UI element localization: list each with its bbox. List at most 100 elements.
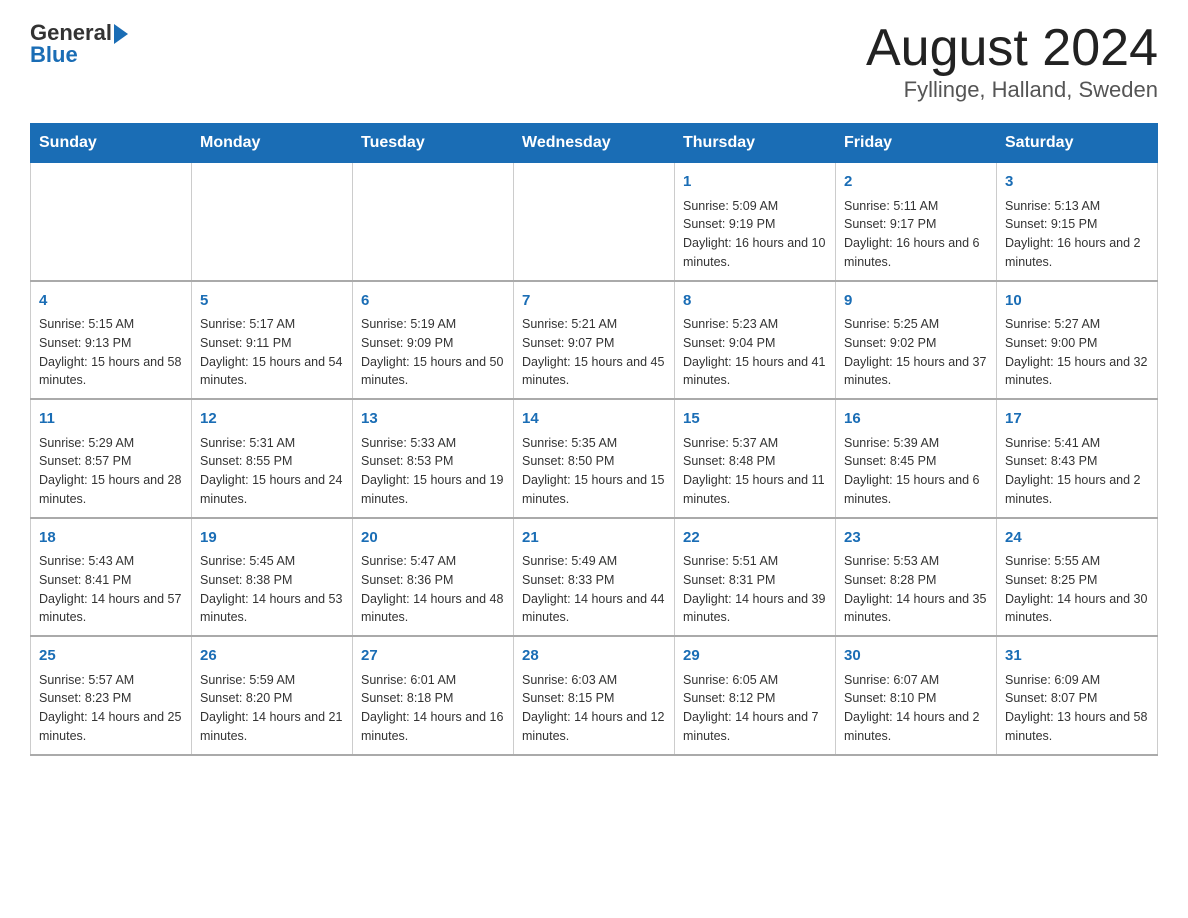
calendar-day-cell: 9Sunrise: 5:25 AM Sunset: 9:02 PM Daylig…: [836, 281, 997, 400]
calendar-day-cell: [192, 163, 353, 281]
calendar-day-cell: 10Sunrise: 5:27 AM Sunset: 9:00 PM Dayli…: [997, 281, 1158, 400]
day-number: 17: [1005, 408, 1149, 431]
calendar-day-cell: 6Sunrise: 5:19 AM Sunset: 9:09 PM Daylig…: [353, 281, 514, 400]
day-number: 20: [361, 527, 505, 550]
day-info: Sunrise: 5:37 AM Sunset: 8:48 PM Dayligh…: [683, 434, 827, 509]
day-number: 11: [39, 408, 183, 431]
weekday-header-sunday: Sunday: [31, 124, 192, 163]
calendar-week-row: 25Sunrise: 5:57 AM Sunset: 8:23 PM Dayli…: [31, 636, 1158, 755]
day-info: Sunrise: 5:29 AM Sunset: 8:57 PM Dayligh…: [39, 434, 183, 509]
day-info: Sunrise: 5:13 AM Sunset: 9:15 PM Dayligh…: [1005, 197, 1149, 272]
logo: General Blue: [30, 20, 128, 68]
day-number: 3: [1005, 171, 1149, 194]
calendar-week-row: 1Sunrise: 5:09 AM Sunset: 9:19 PM Daylig…: [31, 163, 1158, 281]
day-number: 1: [683, 171, 827, 194]
weekday-header-wednesday: Wednesday: [514, 124, 675, 163]
day-info: Sunrise: 5:45 AM Sunset: 8:38 PM Dayligh…: [200, 552, 344, 627]
logo-triangle-icon: [114, 24, 128, 44]
day-info: Sunrise: 5:19 AM Sunset: 9:09 PM Dayligh…: [361, 315, 505, 390]
calendar-day-cell: [31, 163, 192, 281]
day-number: 15: [683, 408, 827, 431]
day-info: Sunrise: 5:33 AM Sunset: 8:53 PM Dayligh…: [361, 434, 505, 509]
day-info: Sunrise: 5:25 AM Sunset: 9:02 PM Dayligh…: [844, 315, 988, 390]
calendar-day-cell: 14 Sunrise: 5:35 AM Sunset: 8:50 PM Dayli…: [514, 399, 675, 518]
day-number: 13: [361, 408, 505, 431]
calendar-day-cell: 1Sunrise: 5:09 AM Sunset: 9:19 PM Daylig…: [675, 163, 836, 281]
day-number: 19: [200, 527, 344, 550]
day-info: Sunrise: 6:07 AM Sunset: 8:10 PM Dayligh…: [844, 671, 988, 746]
day-number: 23: [844, 527, 988, 550]
weekday-header-saturday: Saturday: [997, 124, 1158, 163]
day-info: Sunrise: 5:43 AM Sunset: 8:41 PM Dayligh…: [39, 552, 183, 627]
day-number: 18: [39, 527, 183, 550]
calendar-day-cell: 11 Sunrise: 5:29 AM Sunset: 8:57 PM Dayli…: [31, 399, 192, 518]
day-number: 24: [1005, 527, 1149, 550]
calendar-table: SundayMondayTuesdayWednesdayThursdayFrid…: [30, 123, 1158, 756]
page-header: General Blue August 2024 Fyllinge, Halla…: [30, 20, 1158, 103]
calendar-day-cell: 16Sunrise: 5:39 AM Sunset: 8:45 PM Dayli…: [836, 399, 997, 518]
day-number: 29: [683, 645, 827, 668]
day-number: 16: [844, 408, 988, 431]
day-number: 12: [200, 408, 344, 431]
calendar-day-cell: 19Sunrise: 5:45 AM Sunset: 8:38 PM Dayli…: [192, 518, 353, 637]
calendar-day-cell: 23Sunrise: 5:53 AM Sunset: 8:28 PM Dayli…: [836, 518, 997, 637]
day-number: 21: [522, 527, 666, 550]
calendar-day-cell: 3 Sunrise: 5:13 AM Sunset: 9:15 PM Daylig…: [997, 163, 1158, 281]
calendar-day-cell: 28Sunrise: 6:03 AM Sunset: 8:15 PM Dayli…: [514, 636, 675, 755]
calendar-day-cell: 4Sunrise: 5:15 AM Sunset: 9:13 PM Daylig…: [31, 281, 192, 400]
day-info: Sunrise: 6:09 AM Sunset: 8:07 PM Dayligh…: [1005, 671, 1149, 746]
day-number: 9: [844, 290, 988, 313]
weekday-header-friday: Friday: [836, 124, 997, 163]
logo-blue: Blue: [30, 42, 78, 68]
calendar-week-row: 4Sunrise: 5:15 AM Sunset: 9:13 PM Daylig…: [31, 281, 1158, 400]
day-number: 31: [1005, 645, 1149, 668]
title-block: August 2024 Fyllinge, Halland, Sweden: [866, 20, 1158, 103]
day-number: 5: [200, 290, 344, 313]
weekday-header-monday: Monday: [192, 124, 353, 163]
day-info: Sunrise: 6:03 AM Sunset: 8:15 PM Dayligh…: [522, 671, 666, 746]
day-info: Sunrise: 5:23 AM Sunset: 9:04 PM Dayligh…: [683, 315, 827, 390]
calendar-day-cell: 27 Sunrise: 6:01 AM Sunset: 8:18 PM Dayli…: [353, 636, 514, 755]
day-number: 6: [361, 290, 505, 313]
day-info: Sunrise: 5:55 AM Sunset: 8:25 PM Dayligh…: [1005, 552, 1149, 627]
calendar-day-cell: 18Sunrise: 5:43 AM Sunset: 8:41 PM Dayli…: [31, 518, 192, 637]
calendar-day-cell: 20Sunrise: 5:47 AM Sunset: 8:36 PM Dayli…: [353, 518, 514, 637]
day-info: Sunrise: 6:05 AM Sunset: 8:12 PM Dayligh…: [683, 671, 827, 746]
weekday-header-tuesday: Tuesday: [353, 124, 514, 163]
calendar-day-cell: 30 Sunrise: 6:07 AM Sunset: 8:10 PM Dayli…: [836, 636, 997, 755]
day-info: Sunrise: 5:17 AM Sunset: 9:11 PM Dayligh…: [200, 315, 344, 390]
day-number: 25: [39, 645, 183, 668]
calendar-day-cell: 29 Sunrise: 6:05 AM Sunset: 8:12 PM Dayli…: [675, 636, 836, 755]
day-number: 30: [844, 645, 988, 668]
calendar-day-cell: 21Sunrise: 5:49 AM Sunset: 8:33 PM Dayli…: [514, 518, 675, 637]
calendar-day-cell: 15 Sunrise: 5:37 AM Sunset: 8:48 PM Dayli…: [675, 399, 836, 518]
day-number: 4: [39, 290, 183, 313]
calendar-day-cell: [353, 163, 514, 281]
day-info: Sunrise: 5:15 AM Sunset: 9:13 PM Dayligh…: [39, 315, 183, 390]
day-info: Sunrise: 5:53 AM Sunset: 8:28 PM Dayligh…: [844, 552, 988, 627]
calendar-day-cell: 5Sunrise: 5:17 AM Sunset: 9:11 PM Daylig…: [192, 281, 353, 400]
day-info: Sunrise: 5:27 AM Sunset: 9:00 PM Dayligh…: [1005, 315, 1149, 390]
calendar-day-cell: 31 Sunrise: 6:09 AM Sunset: 8:07 PM Dayli…: [997, 636, 1158, 755]
calendar-day-cell: 12 Sunrise: 5:31 AM Sunset: 8:55 PM Dayli…: [192, 399, 353, 518]
day-number: 27: [361, 645, 505, 668]
day-info: Sunrise: 5:41 AM Sunset: 8:43 PM Dayligh…: [1005, 434, 1149, 509]
day-info: Sunrise: 5:31 AM Sunset: 8:55 PM Dayligh…: [200, 434, 344, 509]
calendar-day-cell: 2Sunrise: 5:11 AM Sunset: 9:17 PM Daylig…: [836, 163, 997, 281]
calendar-day-cell: 7Sunrise: 5:21 AM Sunset: 9:07 PM Daylig…: [514, 281, 675, 400]
calendar-week-row: 11 Sunrise: 5:29 AM Sunset: 8:57 PM Dayli…: [31, 399, 1158, 518]
day-info: Sunrise: 5:51 AM Sunset: 8:31 PM Dayligh…: [683, 552, 827, 627]
day-info: Sunrise: 5:47 AM Sunset: 8:36 PM Dayligh…: [361, 552, 505, 627]
day-info: Sunrise: 5:35 AM Sunset: 8:50 PM Dayligh…: [522, 434, 666, 509]
location-title: Fyllinge, Halland, Sweden: [866, 77, 1158, 103]
day-info: Sunrise: 6:01 AM Sunset: 8:18 PM Dayligh…: [361, 671, 505, 746]
day-info: Sunrise: 5:11 AM Sunset: 9:17 PM Dayligh…: [844, 197, 988, 272]
calendar-day-cell: 24Sunrise: 5:55 AM Sunset: 8:25 PM Dayli…: [997, 518, 1158, 637]
day-number: 22: [683, 527, 827, 550]
calendar-day-cell: 13 Sunrise: 5:33 AM Sunset: 8:53 PM Dayli…: [353, 399, 514, 518]
day-info: Sunrise: 5:21 AM Sunset: 9:07 PM Dayligh…: [522, 315, 666, 390]
day-number: 7: [522, 290, 666, 313]
weekday-header-row: SundayMondayTuesdayWednesdayThursdayFrid…: [31, 124, 1158, 163]
day-number: 14: [522, 408, 666, 431]
calendar-day-cell: 22Sunrise: 5:51 AM Sunset: 8:31 PM Dayli…: [675, 518, 836, 637]
